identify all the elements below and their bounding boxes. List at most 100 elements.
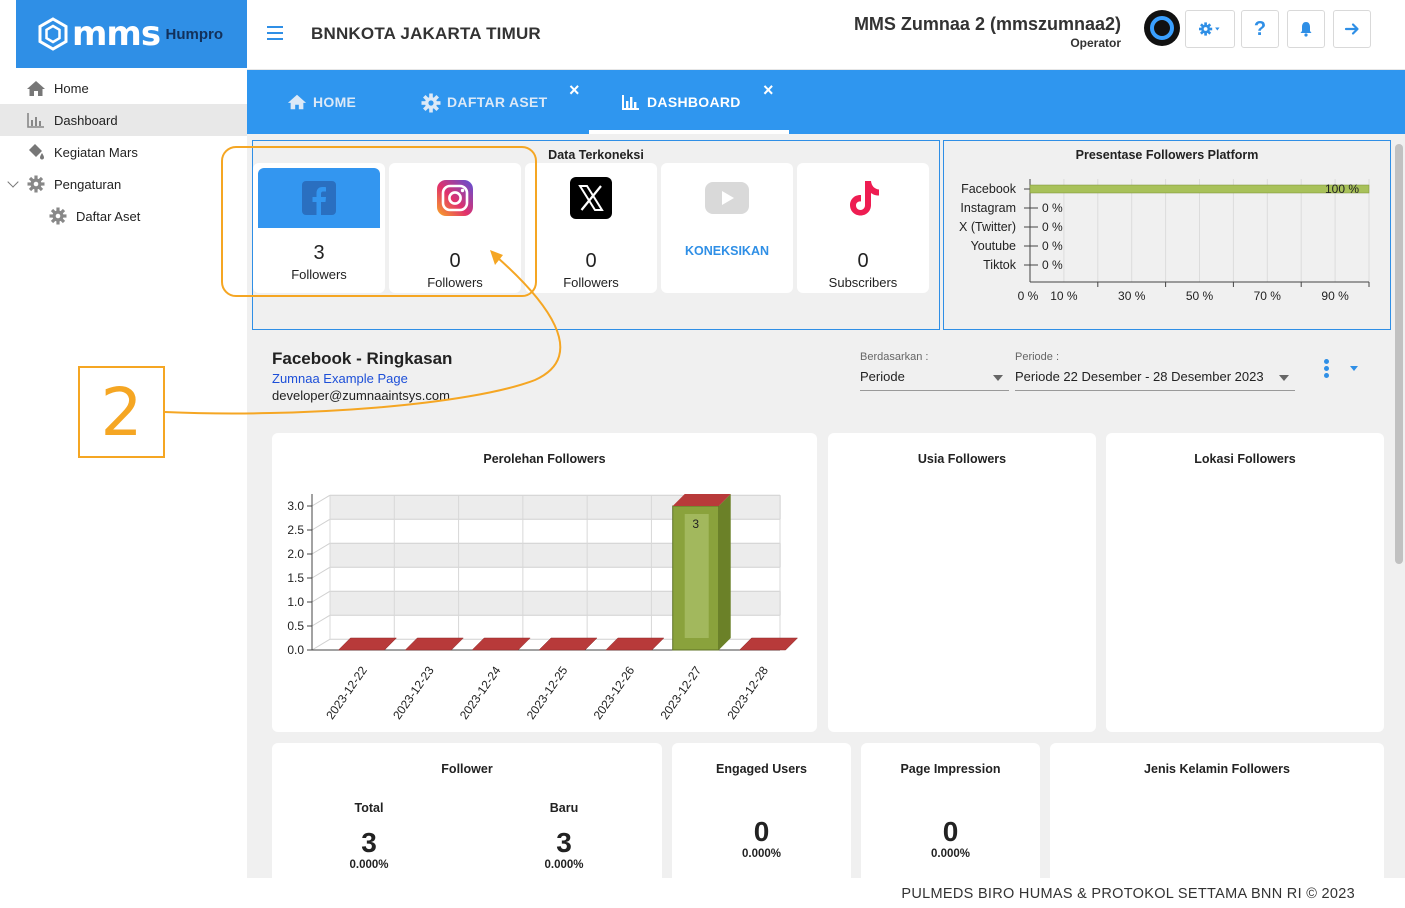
platform-name-label: Youtube bbox=[971, 239, 1016, 253]
instagram-card-header bbox=[389, 168, 521, 228]
facebook-icon bbox=[302, 181, 336, 215]
avatar[interactable] bbox=[1144, 10, 1180, 46]
page-link[interactable]: Zumnaa Example Page bbox=[272, 371, 408, 386]
notification-button[interactable] bbox=[1287, 10, 1325, 48]
sidebar-item-label: Kegiatan Mars bbox=[54, 144, 138, 160]
tab-daftar-aset[interactable]: DAFTAR ASET bbox=[421, 70, 548, 134]
x-tick-label: 50 % bbox=[1186, 289, 1214, 303]
user-info: MMS Zumnaa 2 (mmszumnaa2) Operator bbox=[854, 14, 1121, 50]
sidebar: Home Dashboard Kegiatan Mars Pengaturan … bbox=[0, 70, 247, 908]
bar-value-label: 0 % bbox=[1042, 220, 1063, 234]
tab-label: DAFTAR ASET bbox=[447, 94, 548, 110]
hexagon-logo-icon bbox=[38, 17, 68, 51]
bar-value-label: 0 % bbox=[1042, 258, 1063, 272]
y-tick-label: 2.5 bbox=[287, 523, 304, 537]
y-tick-label: 3.0 bbox=[287, 499, 304, 513]
facebook-card[interactable]: 3 Followers bbox=[253, 163, 385, 293]
platform-percentage-chart: Facebook 100 % Instagram 0 % X (Twitter) 0 % Y… bbox=[959, 179, 1370, 303]
chevron-down-icon[interactable] bbox=[7, 176, 19, 188]
dashboard-content: Data Terkoneksi 3 Followers 0 Followers … bbox=[247, 134, 1405, 878]
instagram-card[interactable]: 0 Followers bbox=[389, 163, 521, 293]
engaged-users-card: Engaged Users 0 0.000% bbox=[672, 743, 851, 878]
x-tick-label: 10 % bbox=[1050, 289, 1078, 303]
platform-name-label: Facebook bbox=[961, 182, 1017, 196]
panel-title: Data Terkoneksi bbox=[548, 148, 644, 162]
logout-button[interactable] bbox=[1333, 10, 1371, 48]
tiktok-card[interactable]: 0 Subscribers bbox=[797, 163, 929, 293]
sidebar-item-label: Home bbox=[54, 80, 89, 96]
tab-home[interactable]: HOME bbox=[287, 70, 356, 134]
y-tick-label: 0.0 bbox=[287, 643, 304, 657]
bar-top bbox=[404, 637, 464, 651]
settings-menu-button[interactable] bbox=[1185, 10, 1235, 48]
x-tick-label: 2023-12-24 bbox=[457, 663, 504, 722]
youtube-card[interactable]: KONEKSIKAN bbox=[661, 163, 793, 293]
bar-highlight bbox=[684, 514, 709, 638]
scrollbar[interactable] bbox=[1395, 144, 1403, 564]
tab-close-button[interactable]: × bbox=[569, 80, 580, 101]
y-tick-label: 1.5 bbox=[287, 571, 304, 585]
caret-down-icon[interactable] bbox=[1350, 366, 1358, 371]
x-card-header bbox=[525, 168, 657, 228]
brand-logo[interactable]: mms Humpro bbox=[16, 0, 247, 68]
menu-toggle-icon[interactable] bbox=[267, 26, 283, 40]
topbar: BNNKOTA JAKARTA TIMUR MMS Zumnaa 2 (mmsz… bbox=[247, 0, 1405, 70]
widget-title: Follower bbox=[441, 762, 493, 776]
stat-percent: 0.000% bbox=[349, 859, 389, 871]
period-value[interactable]: Periode 22 Desember - 28 Desember 2023 bbox=[1015, 369, 1295, 391]
gear-icon bbox=[1199, 22, 1220, 36]
bar-value-label: 0 % bbox=[1042, 201, 1063, 215]
tab-dashboard[interactable]: DASHBOARD bbox=[589, 70, 789, 134]
basis-label: Berdasarkan : bbox=[860, 351, 929, 363]
grid-line bbox=[311, 518, 331, 531]
arrow-right-icon bbox=[1344, 23, 1359, 35]
sidebar-item-daftar-aset[interactable]: Daftar Aset bbox=[0, 200, 247, 232]
widget-title: Usia Followers bbox=[917, 452, 1007, 466]
period-select[interactable]: Periode : Periode 22 Desember - 28 Desem… bbox=[1015, 351, 1295, 391]
footer: PULMEDS BIRO HUMAS & PROTOKOL SETTAMA BN… bbox=[247, 878, 1405, 908]
basis-select[interactable]: Berdasarkan : Periode bbox=[860, 351, 1009, 391]
caret-down-icon bbox=[1215, 27, 1220, 31]
home-icon bbox=[287, 93, 307, 111]
user-role: Operator bbox=[1070, 36, 1121, 50]
platform-name-label: X (Twitter) bbox=[959, 220, 1016, 234]
bar-top bbox=[538, 637, 598, 651]
stat-value: 0 bbox=[753, 816, 770, 847]
annotation-step-number: 2 bbox=[78, 366, 165, 458]
chart-icon bbox=[621, 93, 641, 111]
x-tick-label: 2023-12-27 bbox=[657, 663, 704, 722]
page-impression-stat: 0 0.000% bbox=[861, 816, 1040, 860]
bar-top bbox=[471, 637, 531, 651]
x-tick-label: 2023-12-28 bbox=[724, 663, 771, 722]
user-name: MMS Zumnaa 2 (mmszumnaa2) bbox=[853, 14, 1121, 34]
sidebar-item-pengaturan[interactable]: Pengaturan bbox=[0, 168, 247, 200]
stat-label: Baru bbox=[549, 801, 579, 815]
followers-gain-chart: 0.0 0.5 1.0 1.5 2.0 2.5 3.0 2023-12-22 2023-12-2… bbox=[287, 494, 799, 722]
tab-close-button[interactable]: × bbox=[763, 80, 774, 101]
sidebar-item-kegiatan-mars[interactable]: Kegiatan Mars bbox=[0, 136, 247, 168]
sidebar-item-home[interactable]: Home bbox=[0, 72, 247, 104]
connected-data-panel: Data Terkoneksi 3 Followers 0 Followers … bbox=[252, 140, 940, 330]
tiktok-icon bbox=[850, 181, 879, 216]
x-tick-label: 2023-12-26 bbox=[591, 663, 638, 722]
help-button[interactable]: ? bbox=[1241, 10, 1279, 48]
platform-name-label: Tiktok bbox=[983, 258, 1017, 272]
grid-line bbox=[311, 542, 331, 555]
subscriber-label: Subscribers bbox=[828, 275, 898, 290]
sidebar-item-dashboard[interactable]: Dashboard bbox=[0, 104, 247, 136]
tiktok-card-header bbox=[797, 168, 929, 228]
widget-title: Lokasi Followers bbox=[1194, 452, 1296, 466]
grid-line bbox=[311, 494, 331, 507]
bar-top bbox=[605, 637, 665, 651]
basis-value[interactable]: Periode bbox=[860, 369, 1009, 391]
follower-count: 0 bbox=[449, 250, 461, 272]
follower-label: Followers bbox=[291, 267, 347, 282]
tab-bar: HOME DAFTAR ASET × DASHBOARD × bbox=[247, 70, 1405, 134]
grid-line bbox=[311, 566, 331, 579]
x-twitter-card[interactable]: 0 Followers bbox=[525, 163, 657, 293]
follower-new: Baru 3 0.000% bbox=[539, 801, 589, 871]
follower-count: 3 bbox=[313, 242, 325, 264]
age-followers-card: Usia Followers bbox=[828, 433, 1096, 732]
connect-youtube-button[interactable]: KONEKSIKAN bbox=[661, 244, 793, 258]
more-options-icon[interactable] bbox=[1324, 359, 1330, 380]
